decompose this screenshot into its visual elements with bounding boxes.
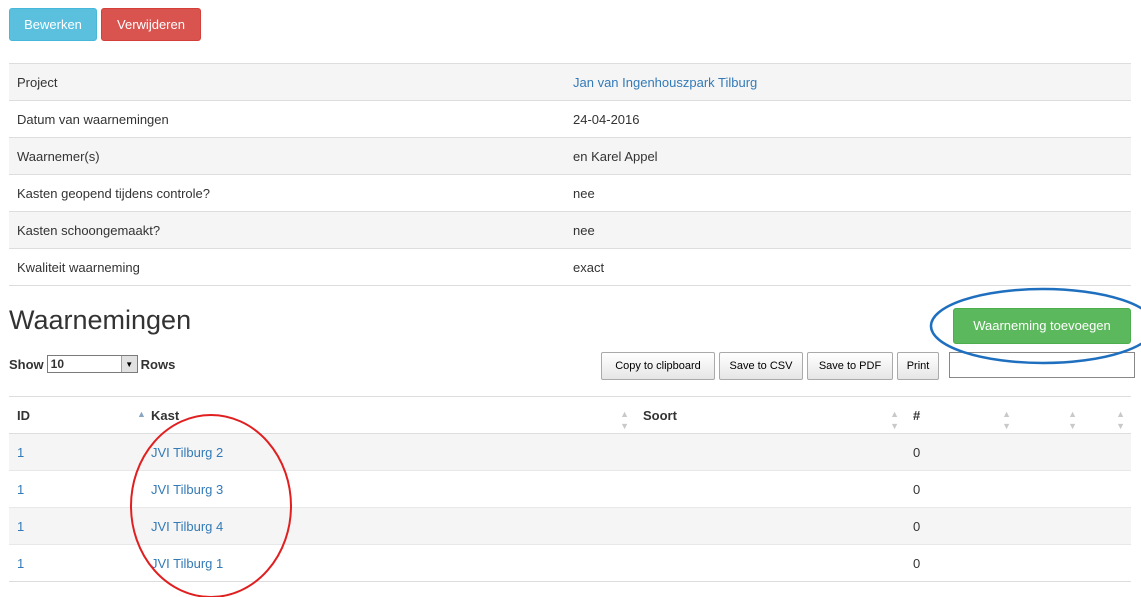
- detail-value: Jan van Ingenhouszpark Tilburg: [565, 63, 1131, 101]
- sort-both-icon: ▲ ▼: [1116, 409, 1125, 431]
- cell-count: 0: [905, 544, 1017, 582]
- cell-empty: [1017, 433, 1083, 471]
- column-header-count[interactable]: # ▲ ▼: [905, 396, 1017, 434]
- kast-link[interactable]: JVI Tilburg 4: [151, 519, 223, 534]
- detail-label: Kasten schoongemaakt?: [9, 211, 565, 249]
- details-table: Project Jan van Ingenhouszpark Tilburg D…: [9, 63, 1131, 286]
- detail-row-quality: Kwaliteit waarneming exact: [9, 248, 1131, 286]
- column-header-label: Kast: [151, 407, 180, 423]
- column-header-extra-1[interactable]: ▲ ▼: [1017, 396, 1083, 434]
- detail-label: Waarnemer(s): [9, 137, 565, 175]
- cell-empty: [1083, 470, 1131, 508]
- table-row: 1 JVI Tilburg 1 0: [9, 544, 1131, 582]
- sort-both-icon: ▲ ▼: [890, 409, 899, 431]
- save-pdf-button[interactable]: Save to PDF: [807, 352, 893, 380]
- section-title: Waarnemingen: [9, 305, 192, 335]
- cell-empty: [1083, 544, 1131, 582]
- cell-kast: JVI Tilburg 4: [143, 507, 635, 545]
- detail-row-observers: Waarnemer(s) en Karel Appel: [9, 137, 1131, 175]
- rows-select[interactable]: 10 ▼: [46, 355, 138, 373]
- cell-empty: [1017, 507, 1083, 545]
- detail-value: exact: [565, 248, 1131, 286]
- cell-count: 0: [905, 433, 1017, 471]
- kast-link[interactable]: JVI Tilburg 1: [151, 556, 223, 571]
- cell-empty: [1083, 433, 1131, 471]
- column-header-extra-2[interactable]: ▲ ▼: [1083, 396, 1131, 434]
- kast-link[interactable]: JVI Tilburg 3: [151, 482, 223, 497]
- dropdown-arrow-icon[interactable]: ▼: [120, 356, 137, 372]
- cell-soort: [635, 433, 905, 471]
- column-header-id[interactable]: ID ▲: [9, 396, 146, 434]
- save-csv-button[interactable]: Save to CSV: [719, 352, 803, 380]
- search-input[interactable]: [949, 352, 1135, 378]
- column-header-soort[interactable]: Soort ▲ ▼: [635, 396, 905, 434]
- cell-empty: [1017, 470, 1083, 508]
- detail-value: en Karel Appel: [565, 137, 1131, 175]
- id-link[interactable]: 1: [17, 556, 24, 571]
- cell-id: 1: [9, 507, 143, 545]
- column-header-label: #: [913, 407, 921, 423]
- cell-soort: [635, 470, 905, 508]
- detail-value: nee: [565, 174, 1131, 212]
- id-link[interactable]: 1: [17, 482, 24, 497]
- cell-soort: [635, 507, 905, 545]
- cell-kast: JVI Tilburg 2: [143, 433, 635, 471]
- detail-row-date: Datum van waarnemingen 24-04-2016: [9, 100, 1131, 138]
- detail-label: Project: [9, 63, 565, 101]
- add-observation-button[interactable]: Waarneming toevoegen: [953, 308, 1131, 344]
- cell-kast: JVI Tilburg 1: [143, 544, 635, 582]
- detail-row-boxes-opened: Kasten geopend tijdens controle? nee: [9, 174, 1131, 212]
- rows-select-value: 10: [50, 357, 65, 371]
- detail-row-project: Project Jan van Ingenhouszpark Tilburg: [9, 63, 1131, 101]
- cell-empty: [1017, 544, 1083, 582]
- detail-value: 24-04-2016: [565, 100, 1131, 138]
- id-link[interactable]: 1: [17, 519, 24, 534]
- kast-link[interactable]: JVI Tilburg 2: [151, 445, 223, 460]
- observations-table: ID ▲ Kast ▲ ▼ Soort ▲ ▼ # ▲ ▼ ▲ ▼ ▲ ▼ 1 …: [9, 396, 1131, 582]
- sort-both-icon: ▲ ▼: [620, 409, 629, 431]
- table-row: 1 JVI Tilburg 3 0: [9, 470, 1131, 508]
- cell-id: 1: [9, 544, 143, 582]
- detail-value: nee: [565, 211, 1131, 249]
- sort-both-icon: ▲ ▼: [1068, 409, 1077, 431]
- cell-id: 1: [9, 470, 143, 508]
- detail-label: Kwaliteit waarneming: [9, 248, 565, 286]
- sort-both-icon: ▲ ▼: [1002, 409, 1011, 431]
- id-link[interactable]: 1: [17, 445, 24, 460]
- cell-soort: [635, 544, 905, 582]
- cell-count: 0: [905, 470, 1017, 508]
- cell-empty: [1083, 507, 1131, 545]
- cell-kast: JVI Tilburg 3: [143, 470, 635, 508]
- print-button[interactable]: Print: [897, 352, 939, 380]
- edit-button[interactable]: Bewerken: [9, 8, 97, 41]
- detail-row-boxes-cleaned: Kasten schoongemaakt? nee: [9, 211, 1131, 249]
- cell-id: 1: [9, 433, 143, 471]
- detail-label: Datum van waarnemingen: [9, 100, 565, 138]
- column-header-label: Soort: [643, 407, 677, 423]
- show-label: Show: [9, 356, 44, 372]
- table-header-row: ID ▲ Kast ▲ ▼ Soort ▲ ▼ # ▲ ▼ ▲ ▼ ▲ ▼: [9, 396, 1131, 434]
- column-header-label: ID: [17, 407, 30, 423]
- table-row: 1 JVI Tilburg 4 0: [9, 507, 1131, 545]
- delete-button[interactable]: Verwijderen: [101, 8, 201, 41]
- copy-to-clipboard-button[interactable]: Copy to clipboard: [601, 352, 715, 380]
- rows-label: Rows: [140, 356, 176, 372]
- project-link[interactable]: Jan van Ingenhouszpark Tilburg: [573, 75, 757, 90]
- column-header-kast[interactable]: Kast ▲ ▼: [143, 396, 635, 434]
- cell-count: 0: [905, 507, 1017, 545]
- table-row: 1 JVI Tilburg 2 0: [9, 433, 1131, 471]
- page-length-control: Show 10 ▼ Rows: [9, 355, 175, 373]
- detail-label: Kasten geopend tijdens controle?: [9, 174, 565, 212]
